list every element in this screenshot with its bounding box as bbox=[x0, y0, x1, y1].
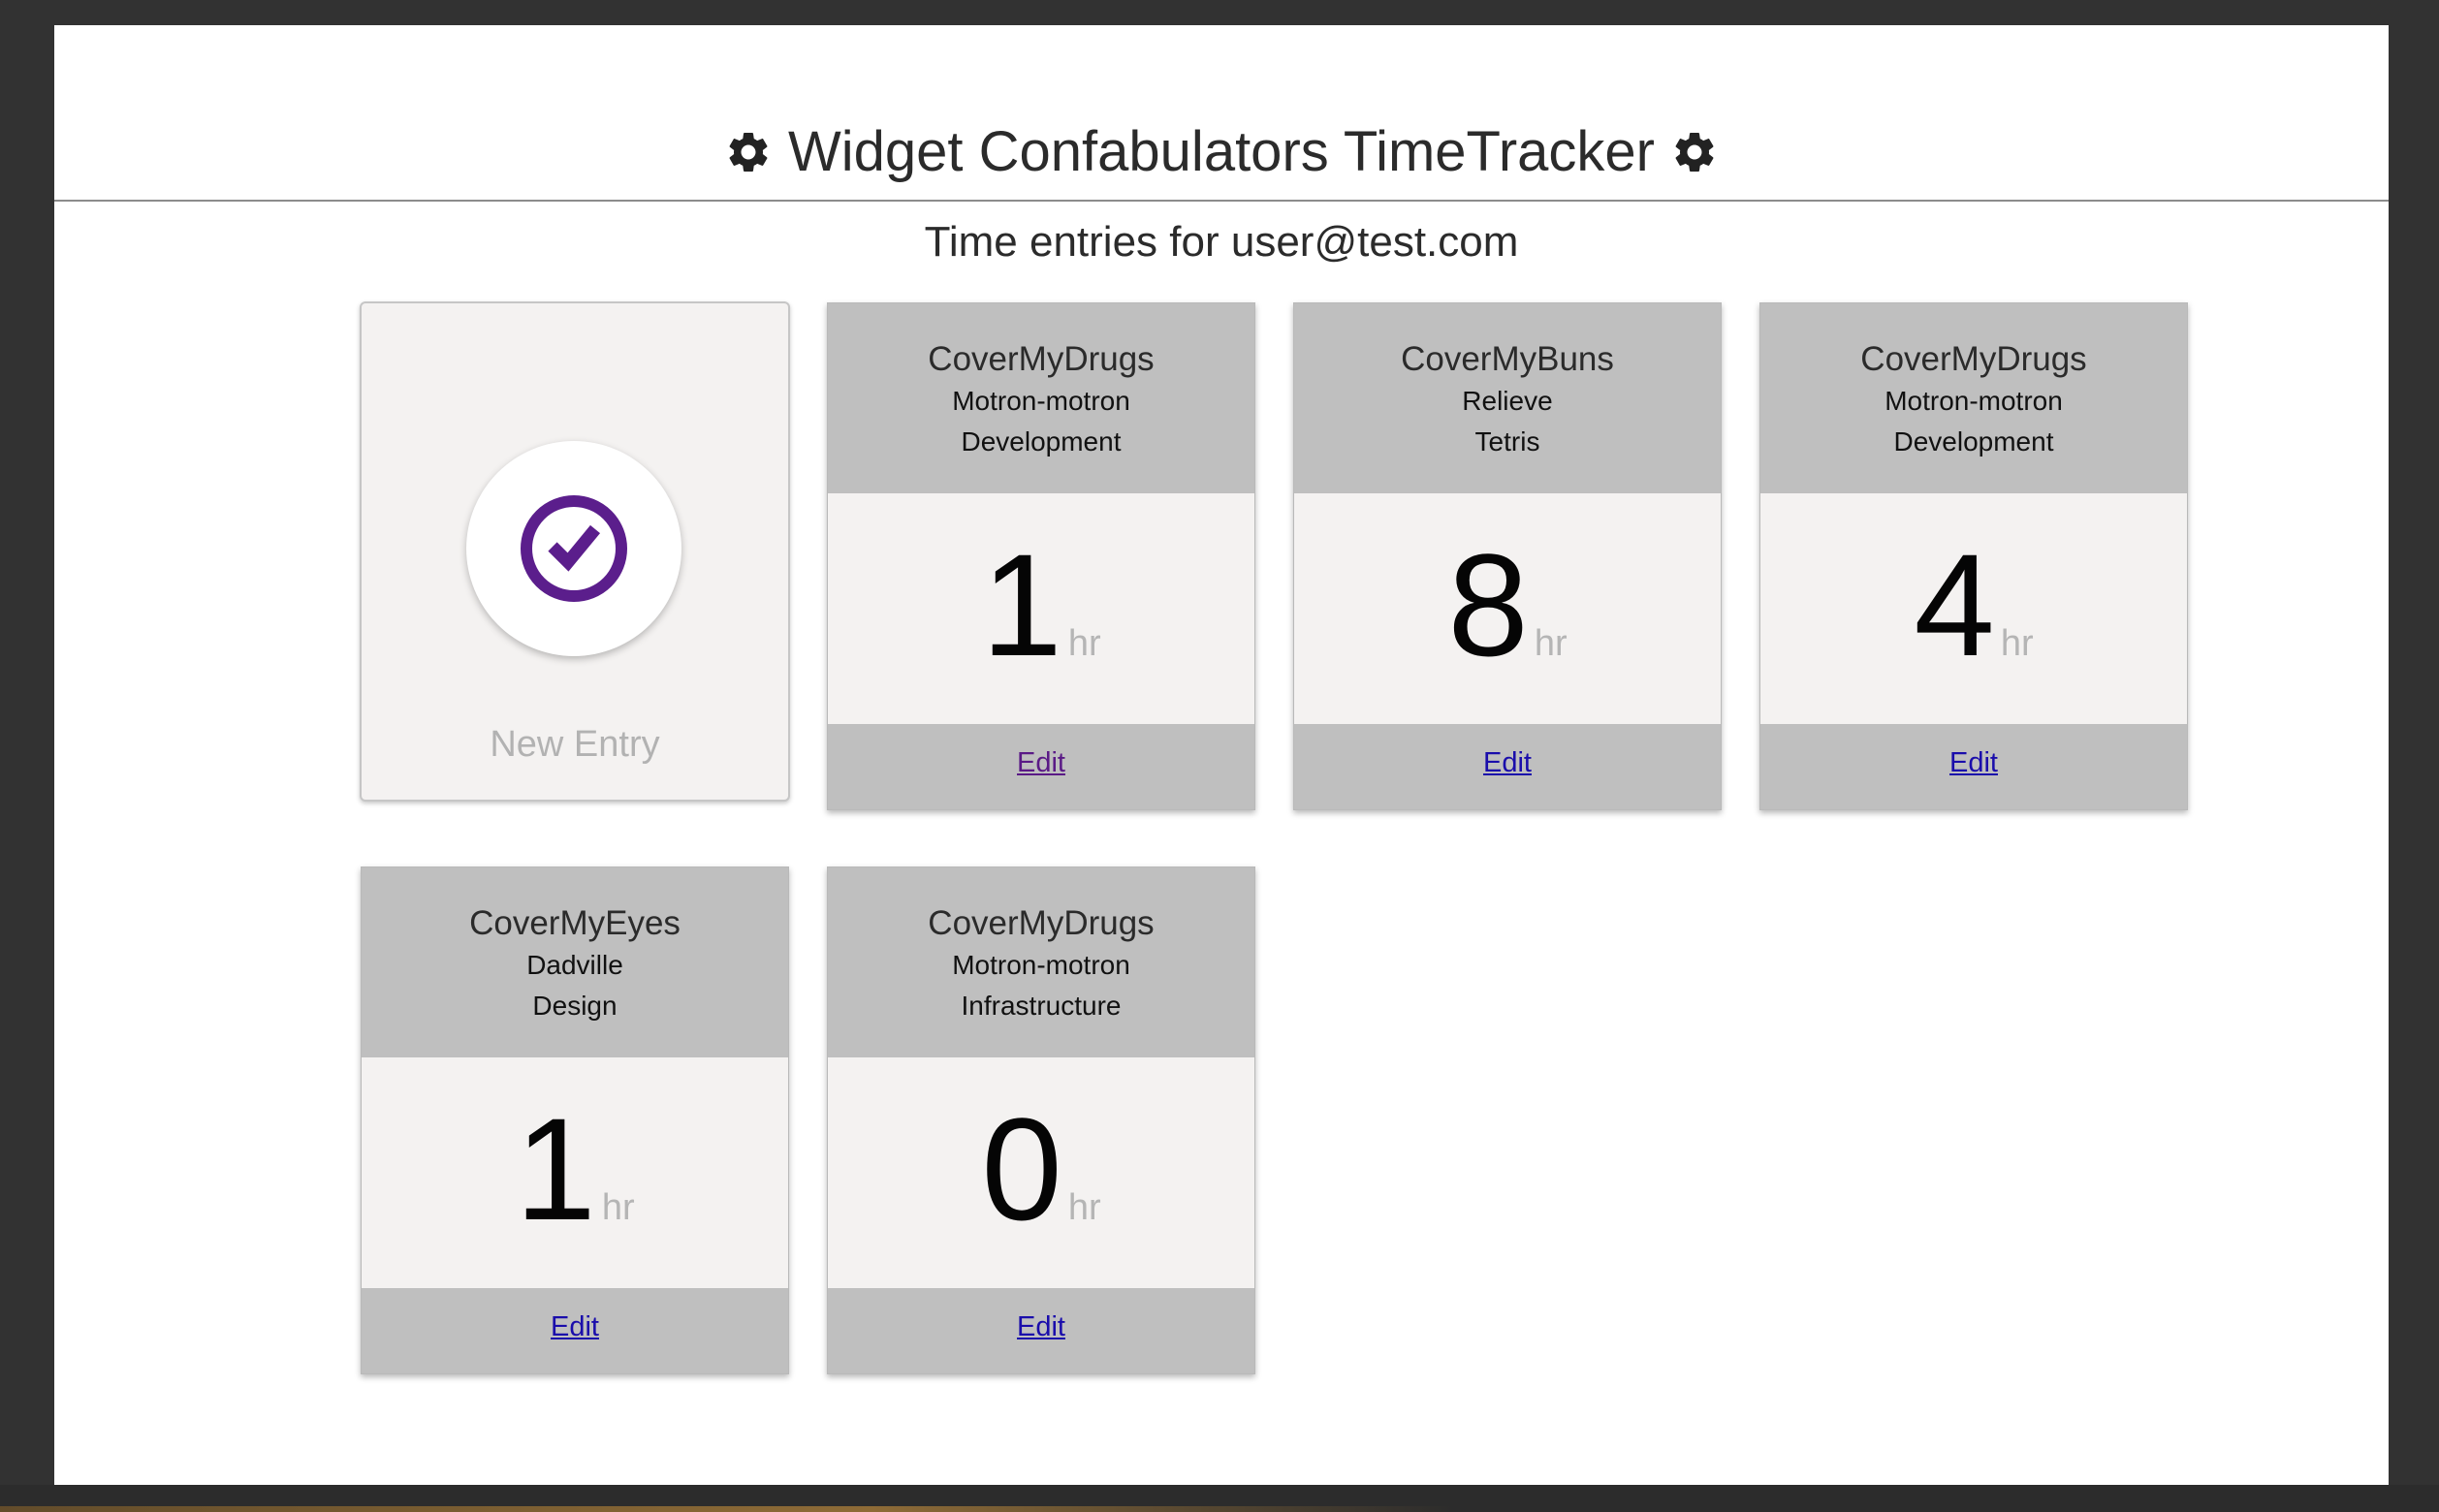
app-header: Widget Confabulators TimeTracker bbox=[54, 25, 2389, 202]
hours-unit: hr bbox=[2000, 623, 2034, 664]
card-header: CoverMyDrugs Motron-motron Development bbox=[828, 303, 1254, 493]
card-footer: Edit bbox=[828, 1288, 1254, 1373]
page: Widget Confabulators TimeTracker Time en… bbox=[54, 25, 2389, 1485]
card-header: CoverMyBuns Relieve Tetris bbox=[1294, 303, 1721, 493]
card-footer: Edit bbox=[828, 724, 1254, 809]
gear-icon bbox=[1675, 133, 1714, 172]
time-entry-card: CoverMyDrugs Motron-motron Development 4… bbox=[1759, 302, 2188, 810]
client-name: CoverMyDrugs bbox=[928, 904, 1155, 942]
task-name: Development bbox=[961, 426, 1122, 457]
time-entry-card: CoverMyDrugs Motron-motron Infrastructur… bbox=[827, 866, 1255, 1374]
hours-unit: hr bbox=[1067, 1187, 1101, 1228]
hours-value: 1 bbox=[515, 1087, 596, 1250]
page-subtitle: Time entries for user@test.com bbox=[54, 217, 2389, 268]
client-name: CoverMyEyes bbox=[469, 904, 681, 942]
new-entry-icon-circle[interactable] bbox=[466, 441, 681, 656]
card-hours: 1 hr bbox=[828, 493, 1254, 724]
card-footer: Edit bbox=[362, 1288, 788, 1373]
edit-link[interactable]: Edit bbox=[1017, 1311, 1065, 1342]
card-header: CoverMyDrugs Motron-motron Infrastructur… bbox=[828, 867, 1254, 1057]
client-name: CoverMyDrugs bbox=[928, 340, 1155, 378]
card-footer: Edit bbox=[1294, 724, 1721, 809]
project-name: Motron-motron bbox=[1885, 386, 2063, 416]
project-name: Relieve bbox=[1462, 386, 1553, 416]
hours-unit: hr bbox=[1067, 623, 1101, 664]
task-name: Infrastructure bbox=[961, 991, 1122, 1021]
edit-link[interactable]: Edit bbox=[551, 1311, 599, 1342]
task-name: Development bbox=[1893, 426, 2054, 457]
task-name: Tetris bbox=[1474, 426, 1540, 457]
app-title-text: Widget Confabulators TimeTracker bbox=[788, 120, 1655, 183]
hours-unit: hr bbox=[1534, 623, 1568, 664]
project-name: Dadville bbox=[526, 950, 623, 980]
subtitle-prefix: Time entries for bbox=[924, 218, 1220, 266]
hours-value: 4 bbox=[1914, 523, 1995, 686]
card-header: CoverMyEyes Dadville Design bbox=[362, 867, 788, 1057]
hours-value: 0 bbox=[981, 1087, 1062, 1250]
edit-link[interactable]: Edit bbox=[1483, 747, 1532, 778]
card-footer: Edit bbox=[1760, 724, 2187, 809]
edit-link[interactable]: Edit bbox=[1017, 747, 1065, 778]
time-entry-card: CoverMyEyes Dadville Design 1 hr Edit bbox=[361, 866, 789, 1374]
new-entry-label: New Entry bbox=[490, 724, 660, 765]
card-hours: 0 hr bbox=[828, 1057, 1254, 1288]
project-name: Motron-motron bbox=[952, 386, 1130, 416]
app-title: Widget Confabulators TimeTracker bbox=[54, 118, 2389, 186]
new-entry-button[interactable]: New Entry bbox=[360, 301, 790, 802]
project-name: Motron-motron bbox=[952, 950, 1130, 980]
clock-check-icon bbox=[521, 495, 627, 602]
time-entry-card: CoverMyDrugs Motron-motron Development 1… bbox=[827, 302, 1255, 810]
user-email: user@test.com bbox=[1230, 218, 1519, 266]
card-header: CoverMyDrugs Motron-motron Development bbox=[1760, 303, 2187, 493]
edit-link[interactable]: Edit bbox=[1949, 747, 1998, 778]
hours-value: 1 bbox=[981, 523, 1062, 686]
card-hours: 8 hr bbox=[1294, 493, 1721, 724]
card-hours: 1 hr bbox=[362, 1057, 788, 1288]
hours-unit: hr bbox=[601, 1187, 635, 1228]
window-bottom-edge bbox=[0, 1485, 2439, 1512]
task-name: Design bbox=[532, 991, 618, 1021]
hours-value: 8 bbox=[1447, 523, 1529, 686]
card-hours: 4 hr bbox=[1760, 493, 2187, 724]
time-entry-card: CoverMyBuns Relieve Tetris 8 hr Edit bbox=[1293, 302, 1722, 810]
gear-icon bbox=[729, 133, 768, 172]
client-name: CoverMyBuns bbox=[1401, 340, 1614, 378]
client-name: CoverMyDrugs bbox=[1860, 340, 2087, 378]
